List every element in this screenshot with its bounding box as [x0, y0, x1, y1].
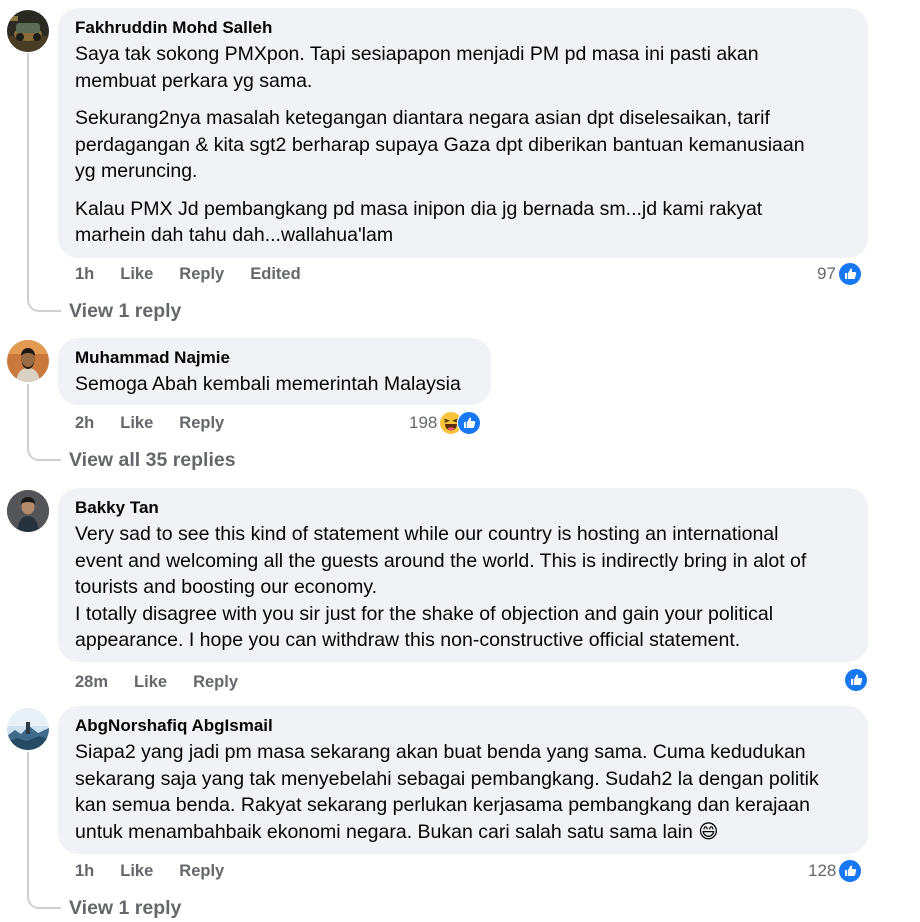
- comment-author[interactable]: Bakky Tan: [75, 498, 851, 518]
- comment-bubble: AbgNorshafiq AbgIsmail Siapa2 yang jadi …: [58, 706, 868, 854]
- comment-author[interactable]: AbgNorshafiq AbgIsmail: [75, 716, 851, 736]
- like-reaction-icon: [457, 411, 482, 435]
- reaction-summary[interactable]: 97: [817, 262, 862, 286]
- reaction-summary[interactable]: [842, 668, 868, 692]
- comment-actions: 1h Like Reply: [75, 861, 250, 881]
- thread-line: [27, 53, 29, 293]
- comment-timestamp[interactable]: 2h: [75, 414, 94, 433]
- reaction-count: 97: [817, 264, 836, 283]
- like-button[interactable]: Like: [120, 265, 153, 284]
- comment-timestamp[interactable]: 28m: [75, 673, 108, 692]
- reaction-count: 128: [808, 861, 837, 880]
- comment-text: Sekurang2nya masalah ketegangan diantara…: [75, 107, 805, 182]
- comment-timestamp[interactable]: 1h: [75, 265, 94, 284]
- thread-line: [27, 752, 29, 890]
- view-replies-link[interactable]: View all 35 replies: [69, 448, 236, 472]
- thread-connector: [27, 292, 61, 312]
- avatar[interactable]: [7, 340, 49, 382]
- comment-actions: 1h Like Reply Edited: [75, 264, 327, 284]
- thread-line: [27, 384, 29, 442]
- reply-button[interactable]: Reply: [179, 414, 224, 433]
- like-reaction-icon: [837, 262, 862, 286]
- thread-connector: [27, 441, 61, 461]
- comment-text: I totally disagree with you sir just for…: [75, 602, 774, 652]
- like-reaction-icon: [838, 859, 863, 883]
- like-reaction-icon: [844, 668, 868, 692]
- reply-button[interactable]: Reply: [179, 862, 224, 881]
- comment-text: Very sad to see this kind of statement w…: [75, 523, 807, 598]
- comment-author[interactable]: Fakhruddin Mohd Salleh: [75, 18, 851, 38]
- like-button[interactable]: Like: [120, 862, 153, 881]
- thread-connector: [27, 889, 61, 909]
- view-replies-link[interactable]: View 1 reply: [69, 896, 181, 920]
- reaction-count: 198: [409, 413, 438, 432]
- comment-author[interactable]: Muhammad Najmie: [75, 348, 474, 368]
- reaction-summary[interactable]: 128: [808, 859, 863, 883]
- comment-timestamp[interactable]: 1h: [75, 862, 94, 881]
- view-replies-link[interactable]: View 1 reply: [69, 299, 181, 323]
- comment-text: Kalau PMX Jd pembangkang pd masa inipon …: [75, 197, 763, 247]
- avatar[interactable]: [7, 708, 49, 750]
- comment-text: Saya tak sokong PMXpon. Tapi sesiapapon …: [75, 43, 759, 92]
- comment-actions: 2h Like Reply: [75, 413, 250, 433]
- reaction-summary[interactable]: 198: [409, 411, 482, 435]
- avatar[interactable]: [7, 490, 49, 532]
- comment-text: Siapa2 yang jadi pm masa sekarang akan b…: [75, 741, 819, 843]
- comment-actions: 28m Like Reply: [75, 672, 264, 692]
- comment-text: Semoga Abah kembali memerintah Malaysia: [75, 373, 461, 395]
- avatar[interactable]: [7, 10, 49, 52]
- reply-button[interactable]: Reply: [179, 265, 224, 284]
- comment-bubble: Muhammad Najmie Semoga Abah kembali meme…: [58, 338, 491, 405]
- edited-label[interactable]: Edited: [250, 265, 300, 284]
- like-button[interactable]: Like: [134, 673, 167, 692]
- comment-bubble: Fakhruddin Mohd Salleh Saya tak sokong P…: [58, 8, 868, 258]
- comment-bubble: Bakky Tan Very sad to see this kind of s…: [58, 488, 868, 662]
- like-button[interactable]: Like: [120, 414, 153, 433]
- reply-button[interactable]: Reply: [193, 673, 238, 692]
